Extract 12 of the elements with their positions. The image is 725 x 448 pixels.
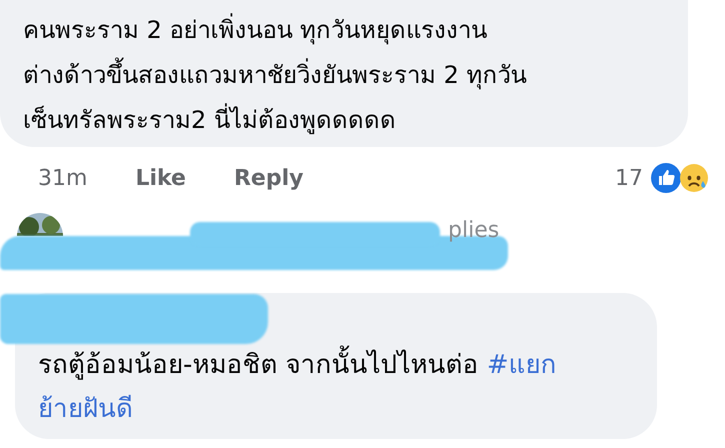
reaction-count: 17 bbox=[615, 164, 643, 192]
comment-text: คนพระราม 2 อย่าเพิ่งนอน ทุกวันหยุดแรงงาน bbox=[23, 8, 688, 53]
comment-text: รถตู้อ้อมน้อย-หมอชิต จากนั้นไปไหนต่อ #แยก bbox=[38, 343, 638, 387]
timestamp: 31m bbox=[38, 164, 88, 192]
comment-text: ต่างด้าวขึ้นสองแถวมหาชัยวิ่งยันพระราม 2 ทุกวัน bbox=[23, 53, 688, 98]
sad-face-icon bbox=[679, 163, 709, 194]
hashtag-link[interactable]: #แยก bbox=[486, 350, 557, 380]
like-link[interactable]: Like bbox=[135, 162, 186, 194]
comment-text: เซ็นทรัลพระราม2 นี่ไม่ต้องพูดดดดด bbox=[23, 98, 688, 143]
reply-link[interactable]: Reply bbox=[234, 162, 304, 194]
like-icon bbox=[651, 163, 681, 194]
hashtag-link[interactable]: ย้ายฝันดี bbox=[38, 394, 133, 424]
